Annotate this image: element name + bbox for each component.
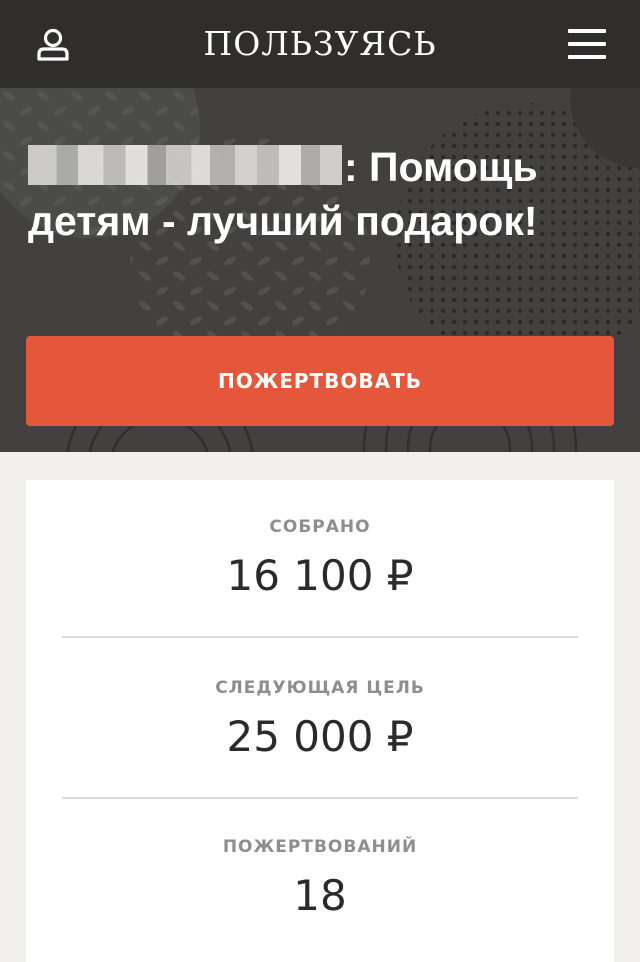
- campaign-title: : Помощь детям - лучший подарок!: [28, 140, 588, 248]
- user-icon[interactable]: [34, 26, 72, 64]
- stat-donations-label: ПОЖЕРТВОВАНИЙ: [222, 837, 418, 857]
- stats-divider: [62, 636, 578, 638]
- stat-collected-value: 16 100 ₽: [226, 551, 414, 600]
- stat-donations-value: 18: [293, 871, 347, 920]
- stat-next-goal-value: 25 000 ₽: [226, 712, 414, 761]
- stat-next-goal-label: СЛЕДУЮЩАЯ ЦЕЛЬ: [215, 678, 425, 698]
- brand-logo[interactable]: ПОЛЬЗУЯСЬ СЛУЧАЕМ: [120, 0, 520, 151]
- hero-banner: : Помощь детям - лучший подарок! ПОЖЕРТВ…: [0, 88, 640, 452]
- stats-divider: [62, 797, 578, 799]
- stat-collected: СОБРАНО 16 100 ₽: [26, 514, 614, 604]
- hamburger-menu-icon[interactable]: [568, 29, 606, 59]
- redacted-name-blur: [28, 145, 342, 185]
- stats-card: СОБРАНО 16 100 ₽ СЛЕДУЮЩАЯ ЦЕЛЬ 25 000 ₽…: [26, 480, 614, 962]
- stat-collected-label: СОБРАНО: [269, 517, 371, 537]
- donate-button[interactable]: ПОЖЕРТВОВАТЬ: [26, 336, 614, 426]
- stat-donations: ПОЖЕРТВОВАНИЙ 18: [26, 834, 614, 924]
- stat-next-goal: СЛЕДУЮЩАЯ ЦЕЛЬ 25 000 ₽: [26, 675, 614, 765]
- top-bar: ПОЛЬЗУЯСЬ СЛУЧАЕМ: [0, 0, 640, 151]
